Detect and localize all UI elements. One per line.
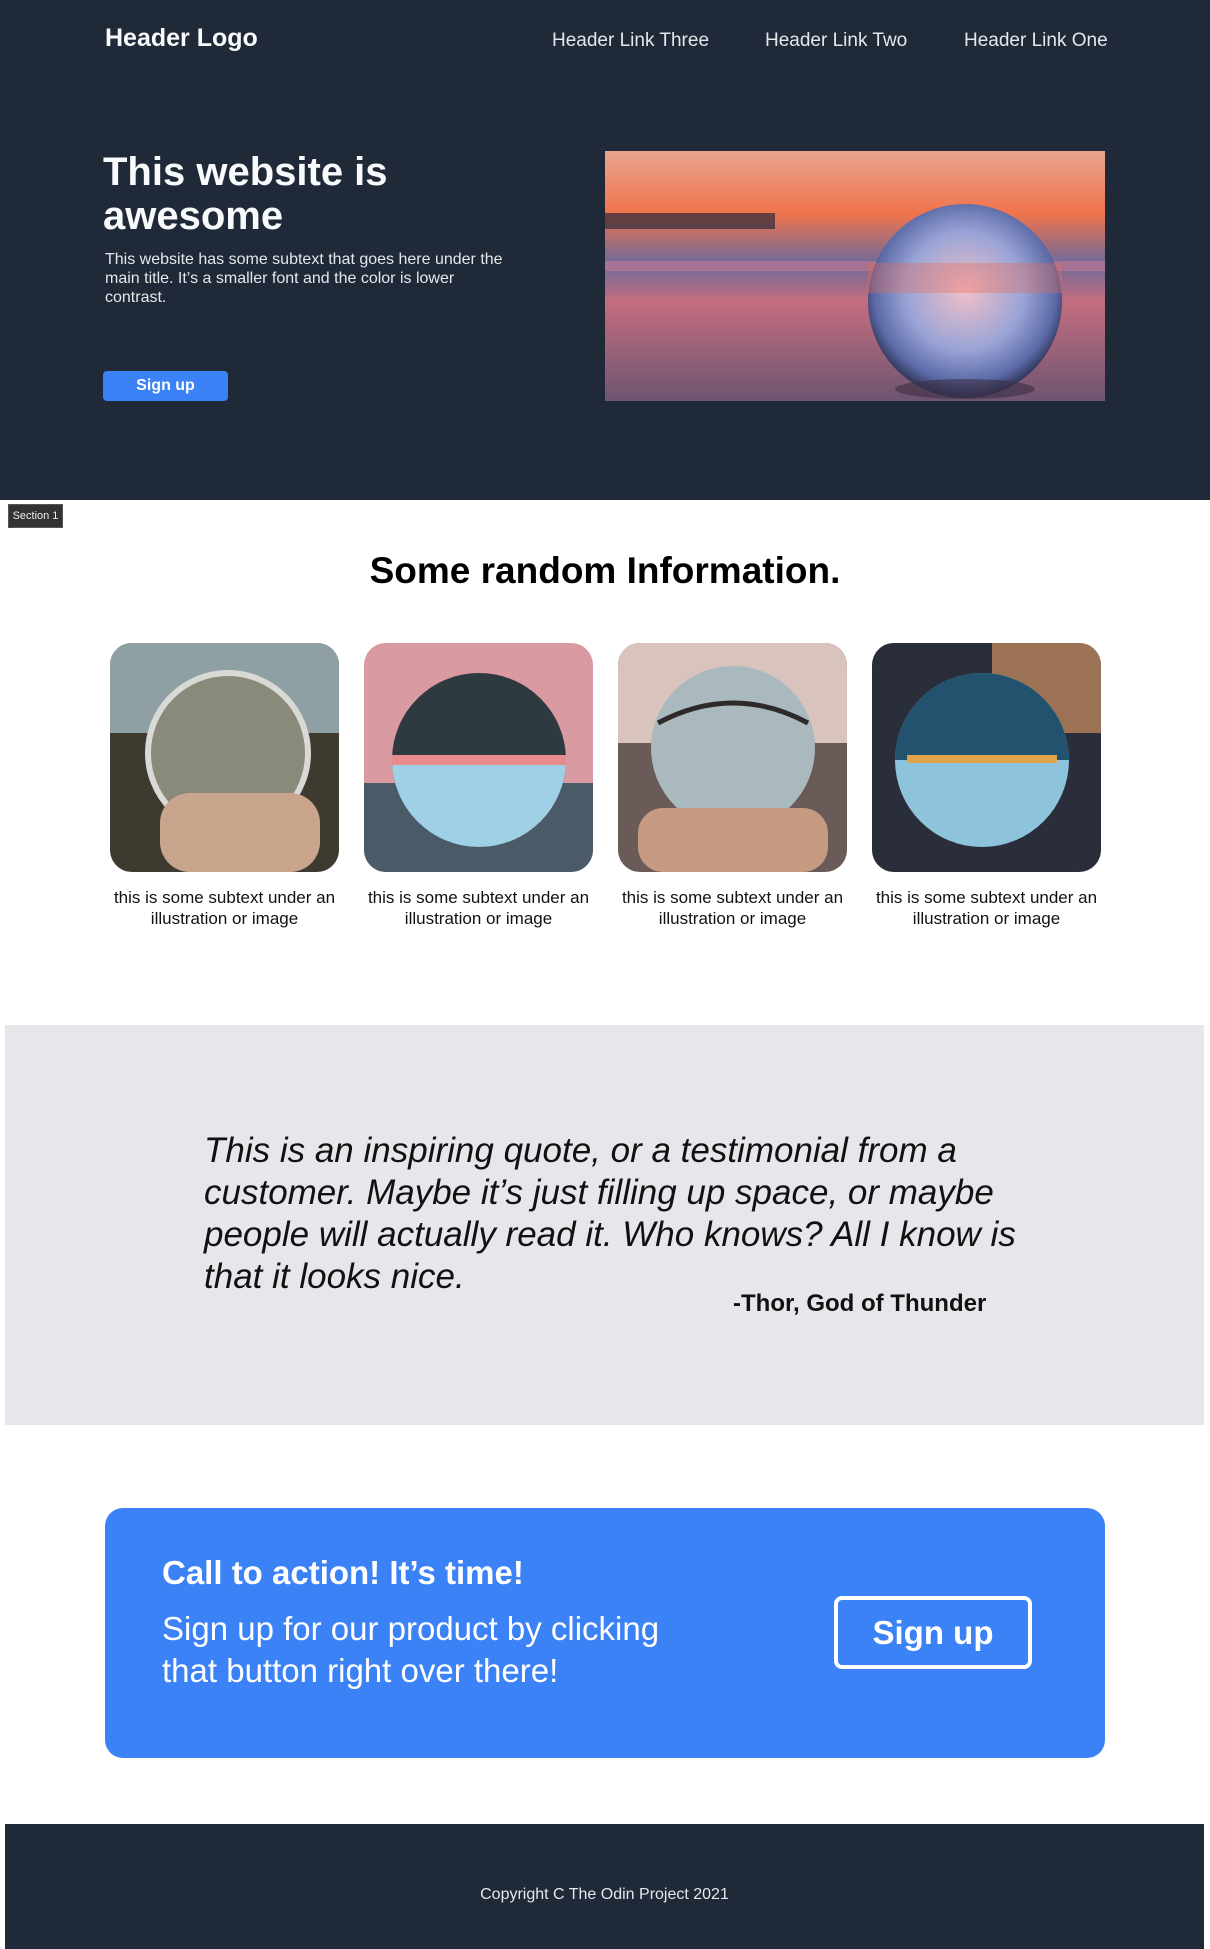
card-image-forest [110, 643, 339, 872]
quote-author: -Thor, God of Thunder [733, 1290, 987, 1317]
footer: Copyright C The Odin Project 2021 [5, 1824, 1204, 1949]
section-tag: Section 1 [8, 504, 63, 528]
cta-signup-button[interactable]: Sign up [834, 1596, 1032, 1669]
header-link-two[interactable]: Header Link Two [765, 30, 907, 52]
call-to-action: Call to action! It’s time! Sign up for o… [105, 1508, 1105, 1758]
card-image-sunset [364, 643, 593, 872]
card-caption: this is some subtext under an illustrati… [367, 888, 590, 928]
header-link-three[interactable]: Header Link Three [552, 30, 709, 52]
info-title: Some random Information. [369, 550, 841, 591]
quote-text: This is an inspiring quote, or a testimo… [204, 1131, 1016, 1296]
cta-title: Call to action! It’s time! [162, 1554, 524, 1591]
card-image-branches [618, 643, 847, 872]
header-link-one[interactable]: Header Link One [964, 30, 1108, 52]
quote-section: This is an inspiring quote, or a testimo… [5, 1025, 1204, 1425]
header-logo[interactable]: Header Logo [105, 24, 258, 53]
cta-text: Sign up for our product by clicking that… [162, 1610, 660, 1689]
card-caption: this is some subtext under an illustrati… [875, 888, 1098, 928]
hero-title: This website is awesome [103, 150, 388, 238]
copyright-text: Copyright C The Odin Project 2021 [480, 1886, 729, 1903]
hero-image [605, 151, 1105, 401]
hero-signup-button[interactable]: Sign up [103, 371, 228, 401]
card-caption: this is some subtext under an illustrati… [113, 888, 336, 928]
hero-subtext: This website has some subtext that goes … [105, 251, 503, 306]
card-image-bridge [872, 643, 1101, 872]
hero-section: Header Logo Header Link Three Header Lin… [0, 0, 1210, 500]
card-caption: this is some subtext under an illustrati… [621, 888, 844, 928]
